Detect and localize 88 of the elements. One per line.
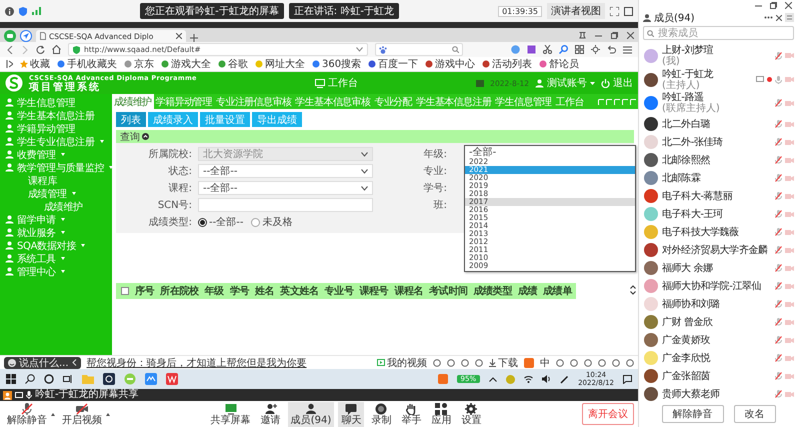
member-name: 广金黄娇玫 (662, 334, 712, 346)
member-name: 福师协和刘璐 (662, 298, 721, 310)
bookmark-link[interactable]: 舒论员 (539, 57, 580, 71)
radio-option[interactable]: 未及格 (251, 215, 292, 229)
bookmark-link[interactable]: 百度一下 (368, 57, 418, 71)
search-field[interactable]: 搜索成员 (643, 26, 794, 40)
bookmark-link[interactable]: 谷歌 (218, 57, 248, 71)
bookmark-link[interactable]: 游戏中心 (425, 57, 476, 71)
field-label: 班: (432, 198, 448, 212)
app-title: 项目管理系统 (29, 82, 102, 92)
ime-mode[interactable]: 中 (540, 356, 550, 370)
field-label: 课程: (168, 182, 193, 195)
column-header: 考试时间 (429, 284, 468, 298)
member-name: 北二外白璐 (662, 118, 712, 130)
toolbar-button[interactable]: 举手 (398, 402, 424, 426)
column-header: 序号 (135, 284, 154, 298)
column-header: 成绩 (518, 284, 538, 298)
column-header: 课程号 (359, 284, 388, 298)
toolbar-button[interactable]: 共享屏幕 (208, 402, 254, 426)
member-name: 广财 曾金欣 (662, 316, 714, 328)
bookmark-link[interactable]: 收藏 (20, 57, 50, 71)
member-role: (联席主持人) (662, 103, 721, 114)
field-label: 学号: (422, 182, 448, 195)
video-link[interactable]: 我的视频 (377, 356, 427, 370)
column-header: 姓名 (255, 284, 274, 298)
query-title: 查询 (120, 130, 140, 144)
download-link[interactable]: 下载 (489, 356, 518, 370)
toolbar-button[interactable]: 解除静音 (4, 402, 50, 426)
tab[interactable]: 成绩维护 (112, 94, 154, 109)
radio-option[interactable]: --全部-- (198, 215, 244, 229)
member-name: 贵师大蔡老师 (662, 388, 721, 400)
member-name: 吟虹-于虹龙 (662, 68, 714, 80)
column-header: 年级 (204, 284, 224, 298)
bookmark-link[interactable]: 京东 (124, 57, 154, 71)
toolbar-button[interactable]: 应用 (428, 402, 454, 426)
bookmark-link[interactable]: 360搜索 (312, 57, 362, 71)
view-button[interactable]: 演讲者视图 (547, 3, 606, 19)
column-header: 课程名 (394, 284, 424, 298)
member-name: 福师大 余娜 (662, 262, 714, 274)
member-name: 电子科大-王珂 (662, 208, 724, 220)
member-name: 上财-刘梦瑄 (662, 44, 714, 56)
leave-meeting-button[interactable]: 离开会议 (582, 403, 634, 425)
member-name: 广金张韶茵 (662, 370, 712, 382)
panel-button[interactable]: 改名 (734, 405, 776, 423)
bookmark-link[interactable]: 游戏大全 (161, 57, 211, 71)
bookmark-link[interactable]: 网址大全 (255, 57, 305, 71)
field-label: 所属院校: (148, 148, 193, 161)
field-label: 年级: (422, 148, 448, 161)
column-header: 英文姓名 (280, 284, 319, 298)
panel-button[interactable]: 解除静音 (662, 405, 724, 423)
field-label: 专业: (422, 164, 448, 178)
viewing-notice: 您正在观看吟虹-于虹龙的屏幕 (140, 3, 284, 19)
member-name: 电子科技大学魏薇 (662, 226, 740, 238)
member-role: (我) (662, 56, 680, 67)
toolbar-button[interactable]: 设置 (458, 402, 484, 426)
toolbar-button[interactable]: 邀请 (258, 402, 284, 426)
column-header: 学号 (230, 284, 250, 298)
bookmark-link[interactable]: 活动列表 (482, 57, 532, 71)
field-label: SCN号: (156, 199, 193, 212)
member-name: 北邮徐熙然 (662, 154, 712, 166)
column-header: 所在院校 (160, 284, 199, 298)
member-name: 吟虹-路遥 (662, 92, 704, 104)
toolbar-button[interactable]: 录制 (368, 402, 394, 426)
toolbar-button[interactable]: 聊天 (338, 402, 364, 426)
dropdown-field[interactable]: --全部-- (198, 164, 373, 178)
dropdown-field[interactable]: --全部-- (198, 181, 373, 195)
dropdown-option[interactable]: -全部- (465, 147, 635, 158)
member-name: 福师大协和学院-江翠仙 (662, 280, 762, 292)
share-title: 吟虹-于虹龙的屏幕共享 (35, 389, 139, 401)
member-name: 北二外-张佳琦 (662, 136, 724, 148)
member-name: 北邮陈霖 (662, 172, 702, 184)
member-name: 广金李欣悦 (662, 352, 712, 364)
member-role: (主持人) (662, 80, 701, 91)
meeting-timer: 01:39:35 (498, 6, 542, 16)
member-name: 对外经济贸易大学齐金麟 (662, 244, 769, 256)
field-label: 成绩类型: (148, 216, 193, 229)
speaking-notice: 正在讲话: 吟虹-于虹龙 (288, 3, 399, 19)
member-name: 电子科大-蒋慧丽 (662, 190, 734, 202)
column-header: 成绩类型 (473, 284, 512, 298)
status-link[interactable]: 帮您视身份：骑身后，才知道上帮您但是我为你要 (86, 356, 307, 370)
field-label: 状态: (168, 164, 193, 178)
bookmark-link[interactable]: 手机收藏夹 (57, 57, 117, 71)
column-header: 专业号 (324, 284, 354, 298)
chat-input[interactable]: 说点什么... (4, 356, 81, 368)
toolbar-button[interactable]: 成员(94) (288, 402, 334, 426)
toolbar-button[interactable]: 开启视频 (59, 402, 105, 426)
column-header: 成绩单 (543, 284, 572, 298)
panel-title: 成员(94) (654, 12, 695, 24)
